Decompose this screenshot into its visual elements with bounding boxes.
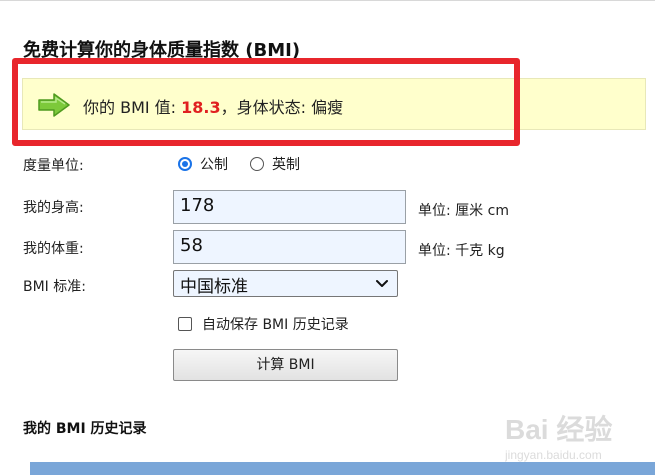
unit-label: 度量单位:: [23, 158, 84, 174]
status-label: 身体状态:: [236, 98, 307, 117]
standard-label: BMI 标准:: [23, 279, 86, 295]
unit-radio-group: 公制 英制: [178, 154, 322, 174]
status-value: 偏瘦: [311, 98, 344, 117]
chevron-down-icon: [376, 280, 388, 287]
calculate-bmi-button[interactable]: 计算 BMI: [173, 349, 398, 381]
bmi-standard-select[interactable]: 中国标准: [173, 270, 398, 297]
autosave-checkbox[interactable]: [178, 317, 192, 331]
imperial-radio[interactable]: [250, 157, 264, 171]
watermark-subtext: jingyan.baidu.com: [505, 448, 602, 462]
history-table-header: [30, 462, 655, 475]
weight-label: 我的体重:: [23, 241, 84, 257]
autosave-row: 自动保存 BMI 历史记录: [178, 314, 349, 334]
metric-radio-label[interactable]: 公制: [200, 154, 228, 174]
height-input[interactable]: 178: [173, 190, 406, 224]
weight-unit-label: 单位: 千克 kg: [418, 243, 505, 259]
history-title: 我的 BMI 历史记录: [23, 421, 147, 437]
result-separator: ，: [220, 98, 237, 117]
height-label: 我的身高:: [23, 200, 84, 216]
bmi-calculator-page: 免费计算你的身体质量指数 (BMI) 你的 BMI 值: 18.3，身体状态: …: [0, 0, 655, 475]
bmi-standard-selected: 中国标准: [180, 277, 248, 297]
weight-input[interactable]: 58: [173, 230, 406, 264]
arrow-right-icon: [38, 93, 70, 117]
height-unit-label: 单位: 厘米 cm: [418, 203, 509, 219]
bmi-prefix: 你的 BMI 值:: [83, 98, 182, 117]
result-panel: 你的 BMI 值: 18.3，身体状态: 偏瘦: [22, 78, 646, 130]
watermark-logo: Bai 经验 jingyan.baidu.com: [505, 413, 612, 462]
watermark-text: Bai 经验: [505, 413, 612, 445]
bmi-value: 18.3: [181, 98, 221, 117]
imperial-radio-label[interactable]: 英制: [272, 154, 300, 174]
autosave-label[interactable]: 自动保存 BMI 历史记录: [202, 314, 349, 334]
top-divider: [0, 0, 655, 5]
page-title: 免费计算你的身体质量指数 (BMI): [23, 40, 301, 61]
metric-radio[interactable]: [178, 157, 192, 171]
result-text: 你的 BMI 值: 18.3，身体状态: 偏瘦: [83, 94, 343, 118]
